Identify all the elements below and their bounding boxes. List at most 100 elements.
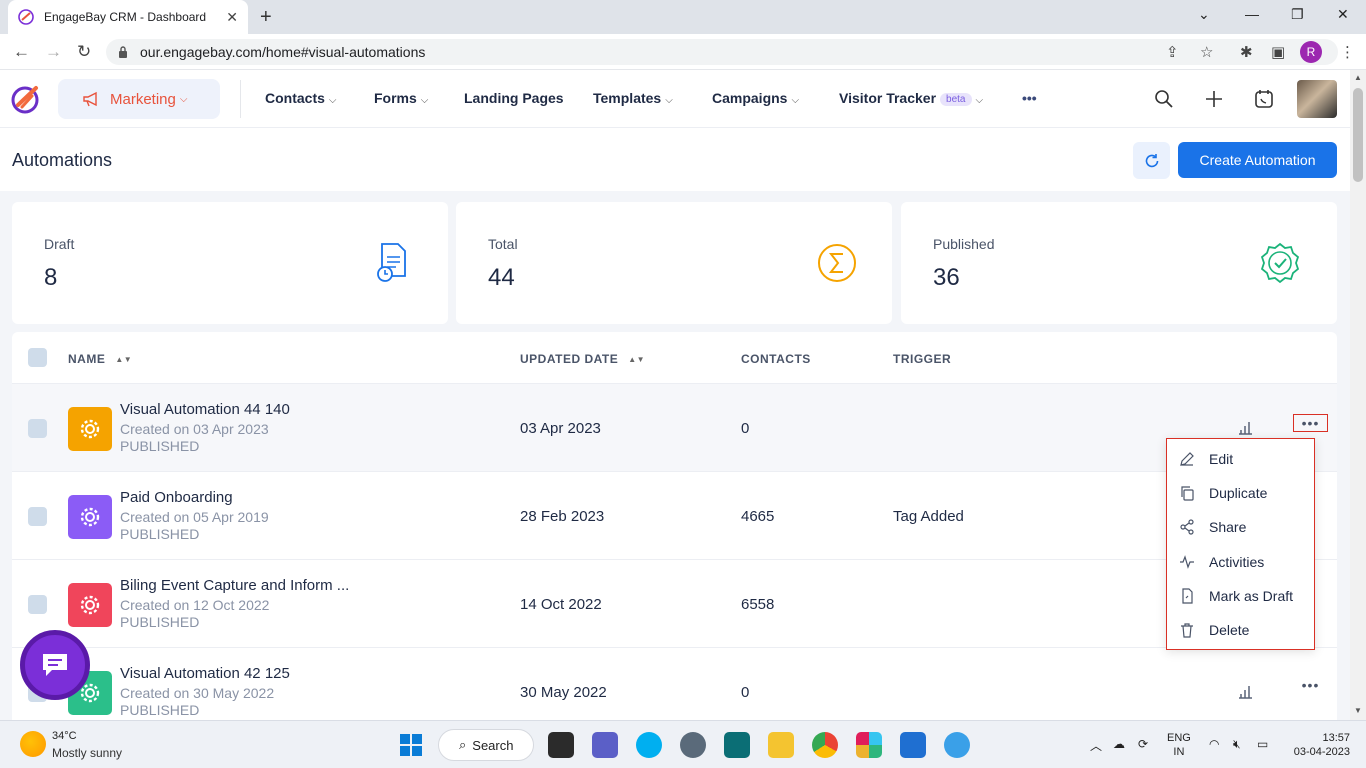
table-row[interactable]: Visual Automation 42 125 Created on 30 M… bbox=[12, 648, 1337, 722]
tab-search-chevron-icon[interactable]: ⌄ bbox=[1198, 6, 1210, 23]
language-code: ENG bbox=[1167, 732, 1191, 744]
table-row[interactable]: Paid Onboarding Created on 05 Apr 2019 P… bbox=[12, 472, 1337, 560]
menu-item-label: Edit bbox=[1209, 451, 1234, 467]
skype-icon[interactable] bbox=[636, 732, 662, 758]
weather-sun-icon[interactable] bbox=[20, 731, 46, 757]
engagebay-logo-icon[interactable] bbox=[10, 83, 42, 115]
automation-name-link[interactable]: Visual Automation 44 140 bbox=[120, 401, 290, 418]
battery-icon[interactable]: ▭ bbox=[1257, 737, 1268, 751]
column-header-contacts: CONTACTS bbox=[741, 352, 811, 366]
add-icon[interactable] bbox=[1204, 89, 1224, 109]
automation-name-link[interactable]: Biling Event Capture and Inform ... bbox=[120, 577, 349, 594]
nav-more-icon[interactable]: ••• bbox=[1022, 90, 1037, 106]
chrome-icon[interactable] bbox=[812, 732, 838, 758]
nav-forms[interactable]: Forms ⌵ bbox=[374, 90, 428, 106]
sort-icon[interactable]: ▲▼ bbox=[628, 355, 645, 364]
wifi-icon[interactable]: ◠ bbox=[1209, 737, 1219, 751]
sort-icon[interactable]: ▲▼ bbox=[115, 355, 132, 364]
menu-item-activities[interactable]: Activities bbox=[1179, 554, 1264, 570]
system-clock[interactable]: 13:57 03-04-2023 bbox=[1288, 731, 1350, 759]
settings-gear-icon[interactable] bbox=[680, 732, 706, 758]
restore-icon[interactable]: ❐ bbox=[1291, 6, 1304, 23]
status-text: PUBLISHED bbox=[120, 702, 200, 718]
minimize-icon[interactable]: — bbox=[1245, 6, 1259, 22]
taskbar-search[interactable]: ⌕ Search bbox=[438, 729, 534, 761]
alexa-icon[interactable] bbox=[724, 732, 750, 758]
table-row[interactable]: Visual Automation 44 140 Created on 03 A… bbox=[12, 384, 1337, 472]
nav-visitor-tracker[interactable]: Visitor Tracker beta ⌵ bbox=[839, 90, 983, 106]
sync-icon[interactable]: ⟳ bbox=[1138, 737, 1148, 751]
row-more-options-button[interactable]: ••• bbox=[1293, 676, 1328, 694]
automation-name-link[interactable]: Visual Automation 42 125 bbox=[120, 665, 290, 682]
teams-chat-icon[interactable] bbox=[592, 732, 618, 758]
share-icon[interactable]: ⇪ bbox=[1166, 43, 1179, 61]
page-title: Automations bbox=[12, 150, 113, 170]
report-bars-icon[interactable] bbox=[1237, 420, 1253, 436]
scroll-down-icon[interactable]: ▼ bbox=[1354, 706, 1362, 715]
menu-item-edit[interactable]: Edit bbox=[1179, 451, 1233, 467]
report-bars-icon[interactable] bbox=[1237, 684, 1253, 700]
browser-profile-avatar[interactable]: R bbox=[1300, 41, 1322, 63]
select-all-checkbox[interactable] bbox=[28, 348, 47, 367]
slack-icon[interactable] bbox=[856, 732, 882, 758]
nav-templates-label: Templates bbox=[593, 90, 662, 106]
refresh-button[interactable] bbox=[1133, 142, 1170, 179]
forward-icon[interactable]: → bbox=[45, 42, 62, 62]
reload-icon[interactable]: ↻ bbox=[77, 42, 91, 62]
language-indicator[interactable]: ENG IN bbox=[1167, 731, 1191, 759]
nav-contacts[interactable]: Contacts ⌵ bbox=[265, 90, 337, 106]
windows-start-icon[interactable] bbox=[398, 732, 424, 758]
browser-menu-icon[interactable]: ⋮ bbox=[1340, 43, 1355, 61]
close-window-icon[interactable]: ✕ bbox=[1337, 6, 1349, 23]
created-date: Created on 30 May 2022 bbox=[120, 685, 275, 701]
automation-name-link[interactable]: Paid Onboarding bbox=[120, 489, 233, 506]
menu-item-duplicate[interactable]: Duplicate bbox=[1179, 485, 1267, 501]
create-automation-button[interactable]: Create Automation bbox=[1178, 142, 1337, 178]
calendar-call-icon[interactable] bbox=[1254, 89, 1274, 109]
row-checkbox[interactable] bbox=[28, 595, 47, 614]
task-view-icon[interactable] bbox=[548, 732, 574, 758]
user-avatar[interactable] bbox=[1297, 80, 1337, 118]
row-more-options-button[interactable]: ••• bbox=[1293, 414, 1328, 432]
table-row[interactable]: Biling Event Capture and Inform ... Crea… bbox=[12, 560, 1337, 648]
automation-gear-icon bbox=[68, 407, 112, 451]
tab-close-icon[interactable]: ✕ bbox=[226, 9, 238, 26]
row-checkbox[interactable] bbox=[28, 507, 47, 526]
nav-landing-pages[interactable]: Landing Pages bbox=[464, 90, 564, 106]
onedrive-cloud-icon[interactable]: ☁ bbox=[1113, 737, 1125, 751]
side-panel-icon[interactable]: ▣ bbox=[1271, 43, 1285, 61]
row-checkbox[interactable] bbox=[28, 419, 47, 438]
new-tab-icon[interactable]: + bbox=[260, 6, 272, 29]
stat-value: 44 bbox=[488, 264, 515, 291]
browser-tab[interactable]: EngageBay CRM - Dashboard ✕ bbox=[8, 0, 248, 34]
scroll-up-icon[interactable]: ▲ bbox=[1354, 73, 1362, 82]
column-header-updated[interactable]: UPDATED DATE ▲▼ bbox=[520, 352, 645, 366]
back-icon[interactable]: ← bbox=[13, 42, 30, 62]
column-updated-label: UPDATED DATE bbox=[520, 352, 619, 366]
volume-muted-icon[interactable]: 🔇︎ bbox=[1233, 737, 1241, 752]
notepad-icon[interactable] bbox=[900, 732, 926, 758]
menu-item-delete[interactable]: Delete bbox=[1179, 622, 1249, 638]
chat-widget-button[interactable] bbox=[20, 630, 90, 700]
module-switcher[interactable]: Marketing ⌵ bbox=[58, 79, 220, 119]
menu-item-share[interactable]: Share bbox=[1179, 519, 1246, 535]
page-scrollbar[interactable]: ▲ ▼ bbox=[1350, 70, 1366, 720]
address-bar[interactable]: our.engagebay.com/home#visual-automation… bbox=[106, 39, 1338, 65]
bookmark-star-icon[interactable]: ☆ bbox=[1200, 43, 1213, 61]
paint-icon[interactable] bbox=[944, 732, 970, 758]
column-header-name[interactable]: NAME ▲▼ bbox=[68, 352, 132, 366]
clock-time: 13:57 bbox=[1322, 732, 1350, 744]
nav-campaigns[interactable]: Campaigns ⌵ bbox=[712, 90, 799, 106]
updated-date: 30 May 2022 bbox=[520, 684, 607, 701]
clock-date: 03-04-2023 bbox=[1293, 746, 1350, 758]
row-actions-menu: Edit Duplicate Share Activities Mark as … bbox=[1166, 438, 1315, 650]
menu-item-mark-as-draft[interactable]: Mark as Draft bbox=[1179, 588, 1293, 604]
scrollbar-thumb[interactable] bbox=[1353, 88, 1363, 182]
file-explorer-icon[interactable] bbox=[768, 732, 794, 758]
search-icon[interactable] bbox=[1154, 89, 1174, 109]
menu-item-label: Activities bbox=[1209, 554, 1265, 570]
header-divider bbox=[240, 80, 241, 118]
extensions-icon[interactable]: ✱ bbox=[1240, 43, 1253, 61]
tray-chevron-up-icon[interactable]: ︿ bbox=[1090, 737, 1102, 754]
nav-templates[interactable]: Templates ⌵ bbox=[593, 90, 673, 106]
